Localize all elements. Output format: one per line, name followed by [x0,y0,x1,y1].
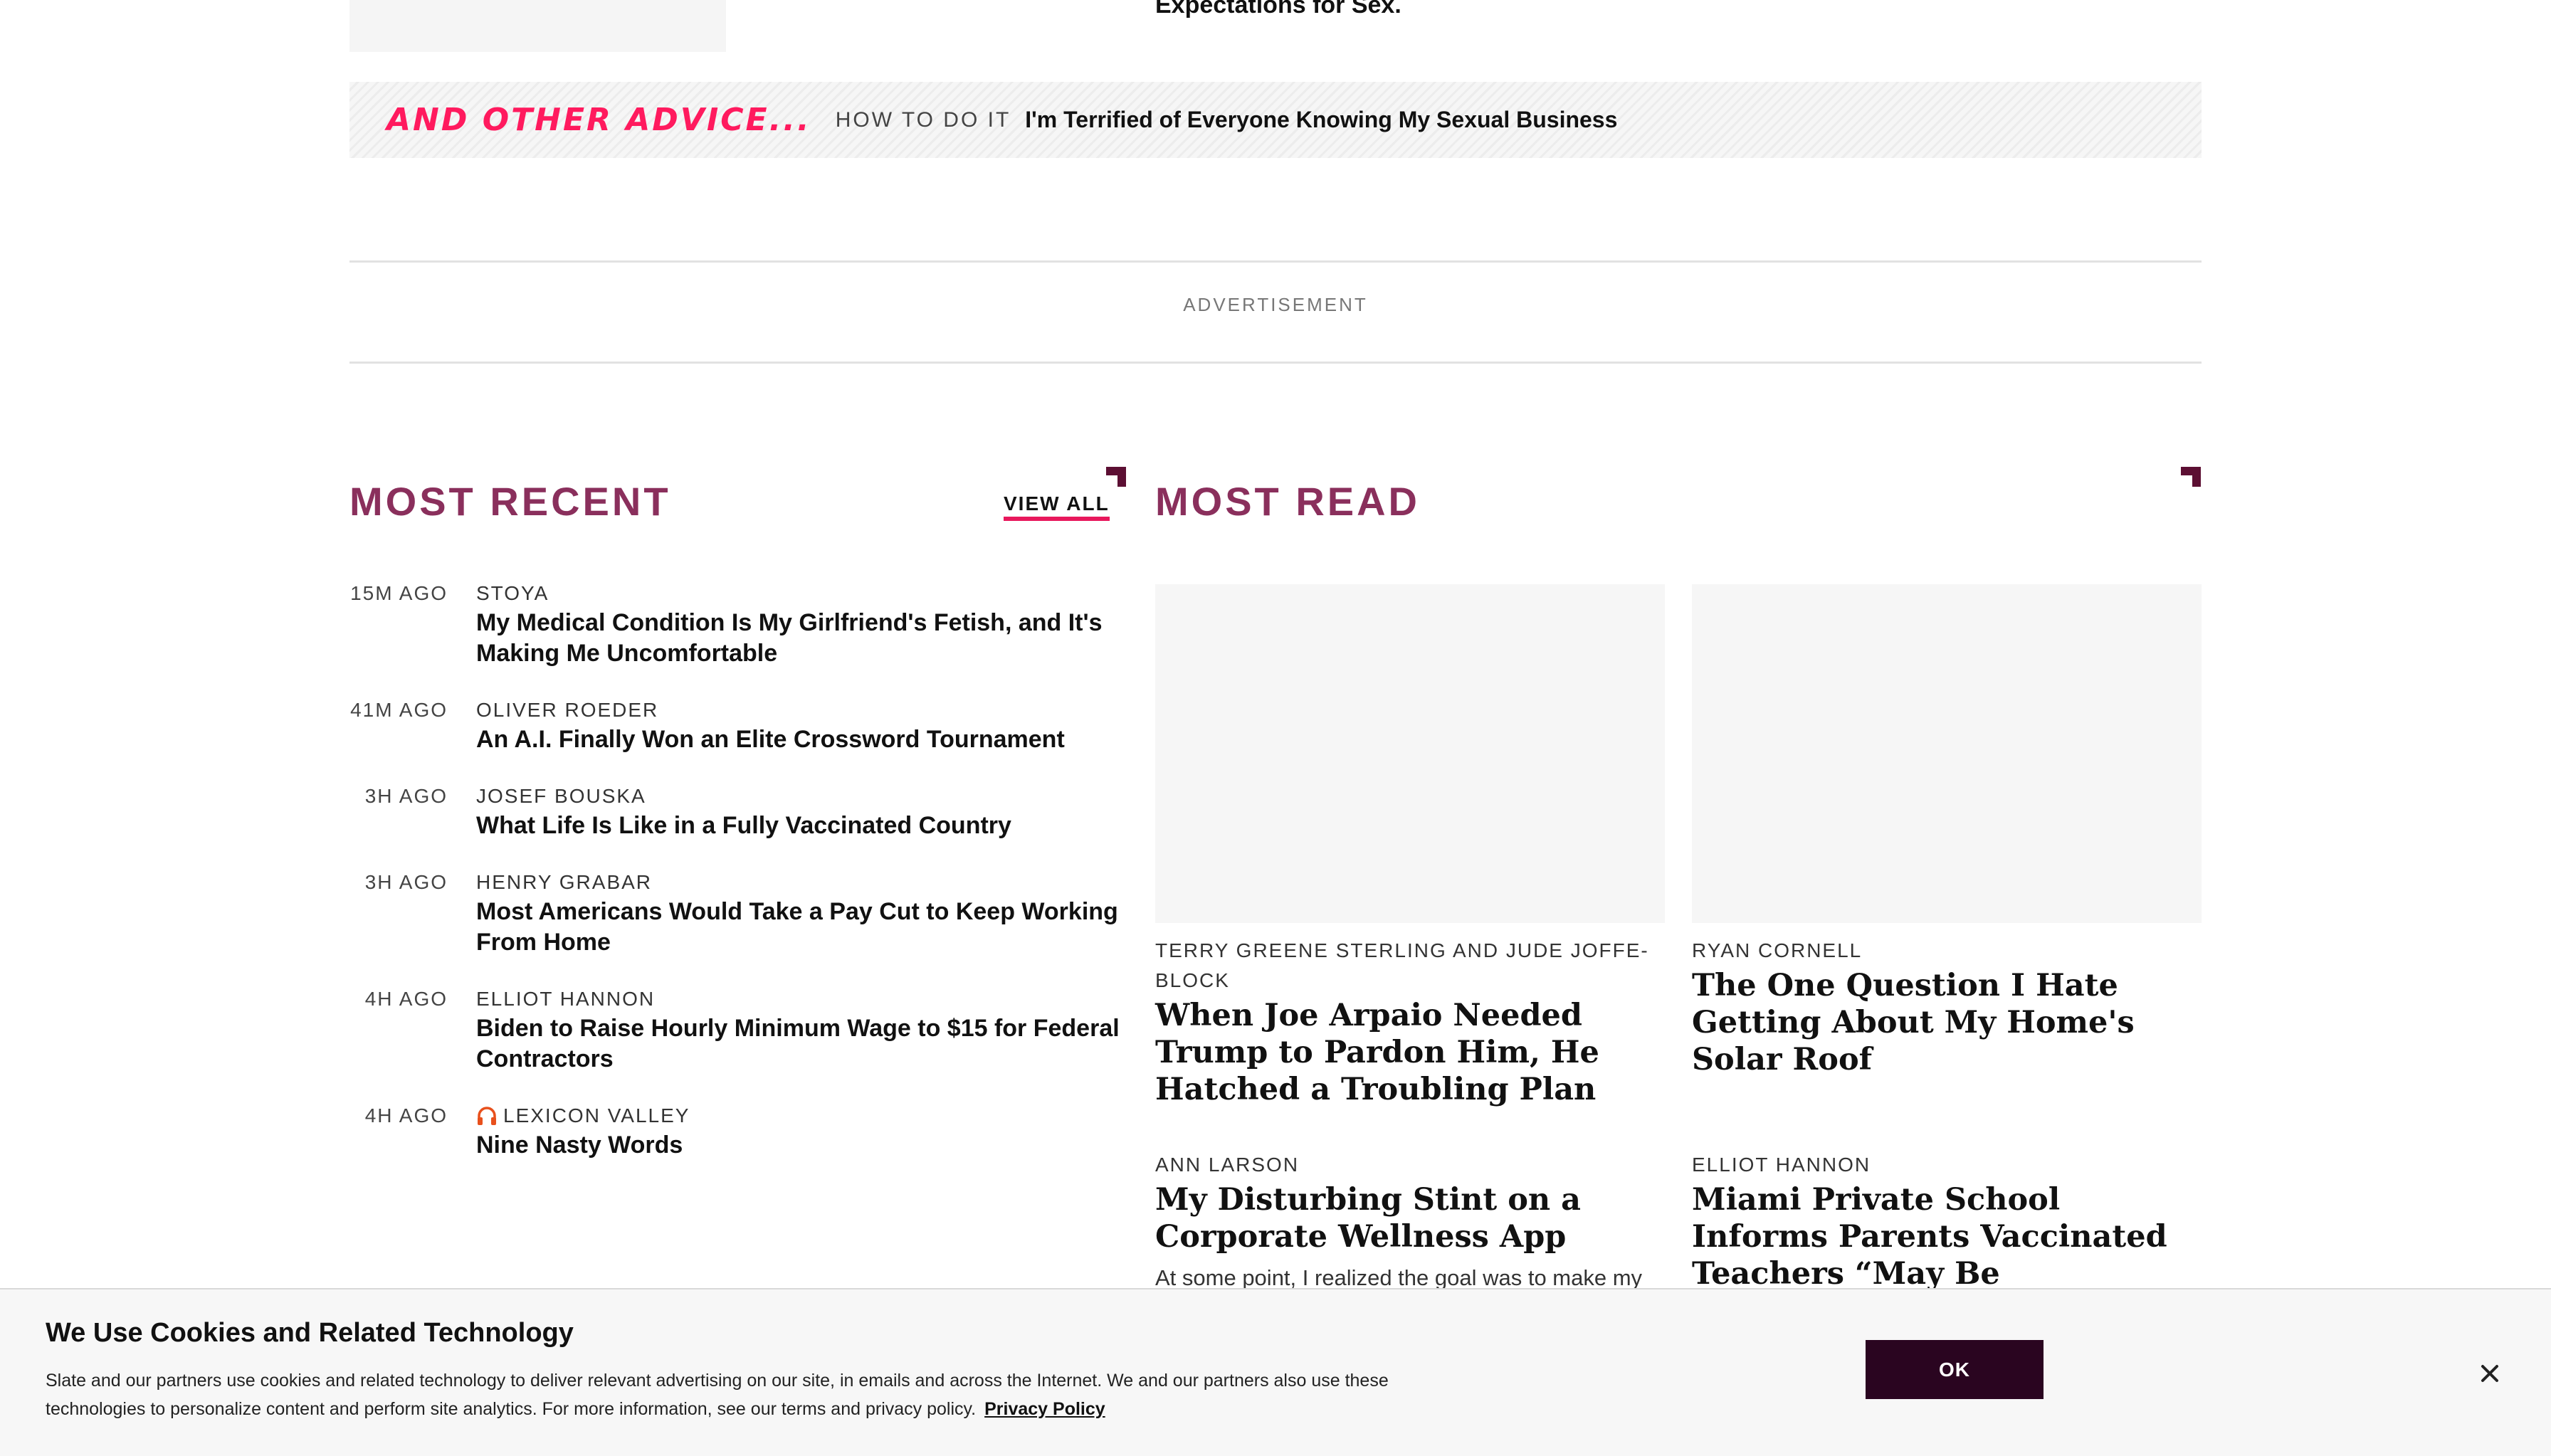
card-author[interactable]: RYAN CORNELL [1692,936,2202,966]
most-recent-heading: MOST RECENT [349,479,671,524]
recent-author-podcast[interactable]: LEXICON VALLEY [476,1104,690,1127]
recent-list-item[interactable]: 4H AGO ELLIOT HANNON Biden to Raise Hour… [349,988,1120,1087]
recent-title[interactable]: Biden to Raise Hourly Minimum Wage to $1… [476,1013,1124,1075]
advice-kicker[interactable]: HOW TO DO IT [836,108,1011,132]
recent-time: 4H AGO [364,1104,448,1127]
most-read-card[interactable]: TERRY GREENE STERLING AND JUDE JOFFE-BLO… [1155,584,1665,1108]
card-headline[interactable]: When Joe Arpaio Needed Trump to Pardon H… [1155,997,1665,1108]
recent-author-label: LEXICON VALLEY [503,1104,690,1127]
corner-mark-icon [2181,467,2201,487]
card-author[interactable]: ELLIOT HANNON [1692,1150,2202,1180]
card-headline[interactable]: The One Question I Hate Getting About My… [1692,967,2202,1078]
advice-bar: AND OTHER ADVICE... HOW TO DO IT I'm Ter… [349,82,2202,158]
recent-author[interactable]: OLIVER ROEDER [476,699,658,722]
most-read-card[interactable]: RYAN CORNELL The One Question I Hate Get… [1692,584,2202,1078]
advice-headline[interactable]: I'm Terrified of Everyone Knowing My Sex… [1025,107,1617,133]
card-thumbnail[interactable] [1155,584,1665,923]
privacy-policy-link[interactable]: Privacy Policy [984,1399,1105,1419]
headphones-icon [478,1107,496,1125]
recent-author[interactable]: HENRY GRABAR [476,871,652,894]
card-thumbnail[interactable] [1692,584,2202,923]
recent-time: 15M AGO [350,582,448,604]
recent-title[interactable]: An A.I. Finally Won an Elite Crossword T… [476,724,1124,755]
cookie-title: We Use Cookies and Related Technology [46,1318,574,1348]
card-author[interactable]: TERRY GREENE STERLING AND JUDE JOFFE-BLO… [1155,936,1665,996]
recent-list-item[interactable]: 3H AGO HENRY GRABAR Most Americans Would… [349,871,1118,971]
recent-list-item[interactable]: 4H AGO LEXICON VALLEY Nine Nasty Words [349,1104,1118,1176]
recent-list-item[interactable]: 41M AGO OLIVER ROEDER An A.I. Finally Wo… [349,699,1118,770]
most-read-card[interactable]: ANN LARSON My Disturbing Stint on a Corp… [1155,1150,1665,1292]
view-all-link[interactable]: VIEW ALL [1004,492,1110,521]
story-thumbnail[interactable] [349,0,726,52]
recent-author[interactable]: JOSEF BOUSKA [476,785,646,808]
recent-time: 3H AGO [364,871,448,893]
cookie-text: Slate and our partners use cookies and r… [46,1371,1389,1419]
recent-title[interactable]: What Life Is Like in a Fully Vaccinated … [476,811,1124,841]
cookie-banner: We Use Cookies and Related Technology Sl… [0,1288,2551,1456]
recent-title[interactable]: Most Americans Would Take a Pay Cut to K… [476,897,1124,958]
most-read-heading: MOST READ [1155,479,1420,524]
recent-title[interactable]: Nine Nasty Words [476,1130,1124,1161]
story-headline-fragment[interactable]: Expectations for Sex. [1155,0,1401,19]
advertisement-slot: ADVERTISEMENT [349,260,2202,364]
recent-time: 41M AGO [350,699,448,721]
card-headline[interactable]: My Disturbing Stint on a Corporate Welln… [1155,1181,1665,1255]
ok-button[interactable]: OK [1866,1340,2044,1399]
cookie-body: Slate and our partners use cookies and r… [46,1366,1391,1423]
advertisement-label: ADVERTISEMENT [1183,294,1368,315]
recent-author[interactable]: ELLIOT HANNON [476,988,655,1011]
recent-list-item[interactable]: 15M AGO STOYA My Medical Condition Is My… [349,582,1118,682]
recent-author[interactable]: STOYA [476,582,549,605]
card-author[interactable]: ANN LARSON [1155,1150,1665,1180]
recent-list-item[interactable]: 3H AGO JOSEF BOUSKA What Life Is Like in… [349,785,1118,856]
recent-time: 3H AGO [364,785,448,807]
advice-brand[interactable]: AND OTHER ADVICE... [386,102,811,138]
recent-title[interactable]: My Medical Condition Is My Girlfriend's … [476,608,1124,669]
corner-mark-icon [1106,467,1126,487]
recent-time: 4H AGO [364,988,448,1010]
close-icon[interactable] [2477,1361,2503,1386]
